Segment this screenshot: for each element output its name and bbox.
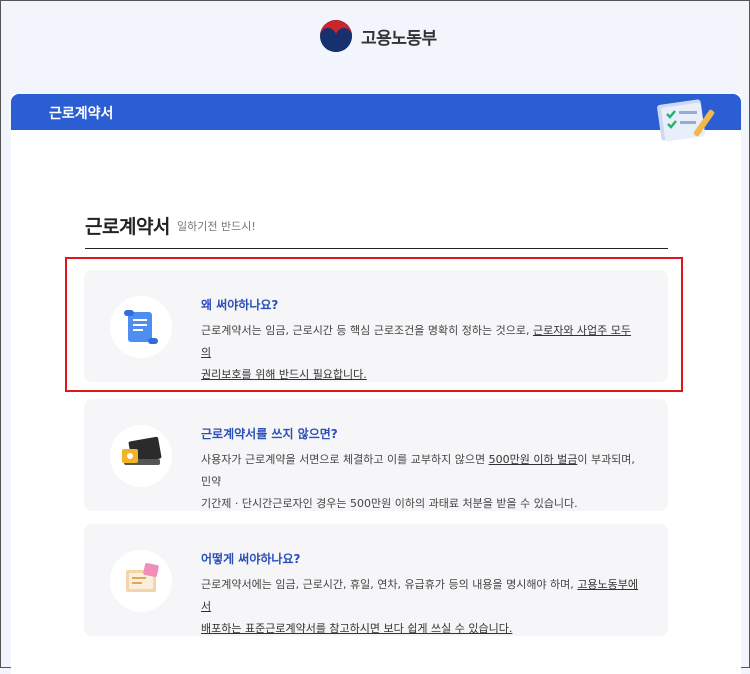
card-underlined-text: 500만원 이하 벌금: [488, 453, 578, 466]
panel-header: 근로계약서: [11, 94, 741, 142]
document-stack-icon: [110, 550, 172, 612]
card-body: 사용자가 근로계약을 서면으로 체결하고 이를 교부하지 않으면 500만원 이…: [201, 449, 641, 515]
section-subtitle: 일하기전 반드시!: [177, 220, 256, 233]
panel-title: 근로계약서: [49, 106, 114, 122]
highlight-box: [65, 257, 683, 392]
card-body: 근로계약서에는 임금, 근로시간, 휴일, 연차, 유급휴가 등의 내용을 명시…: [201, 574, 641, 640]
taegeuk-icon: [320, 20, 352, 52]
card-underlined-text: 배포하는 표준근로계약서를 참고하시면 보다 쉽게 쓰실 수 있습니다.: [201, 622, 513, 635]
card-text: 근로계약서에는 임금, 근로시간, 휴일, 연차, 유급휴가 등의 내용을 명시…: [201, 578, 578, 591]
laptop-wallet-icon: [110, 425, 172, 487]
card-if-not: 근로계약서를 쓰지 않으면? 사용자가 근로계약을 서면으로 체결하고 이를 교…: [84, 399, 668, 511]
section-title: 근로계약서: [85, 216, 170, 238]
logo-text: 고용노동부: [361, 28, 437, 49]
card-text: 사용자가 근로계약을 서면으로 체결하고 이를 교부하지 않으면: [201, 453, 489, 466]
divider: [85, 248, 668, 249]
card-text: 기간제 · 단시간근로자인 경우는 500만원 이하의 과태료 처분을 받을 수…: [201, 497, 578, 510]
card-how: 어떻게 써야하나요? 근로계약서에는 임금, 근로시간, 휴일, 연차, 유급휴…: [84, 524, 668, 636]
card-heading: 어떻게 써야하나요?: [201, 552, 301, 566]
checklist-pencil-icon: [657, 99, 715, 142]
ministry-logo[interactable]: 고용노동부: [319, 19, 437, 53]
site-header: 고용노동부: [1, 1, 749, 93]
card-heading: 근로계약서를 쓰지 않으면?: [201, 427, 338, 441]
